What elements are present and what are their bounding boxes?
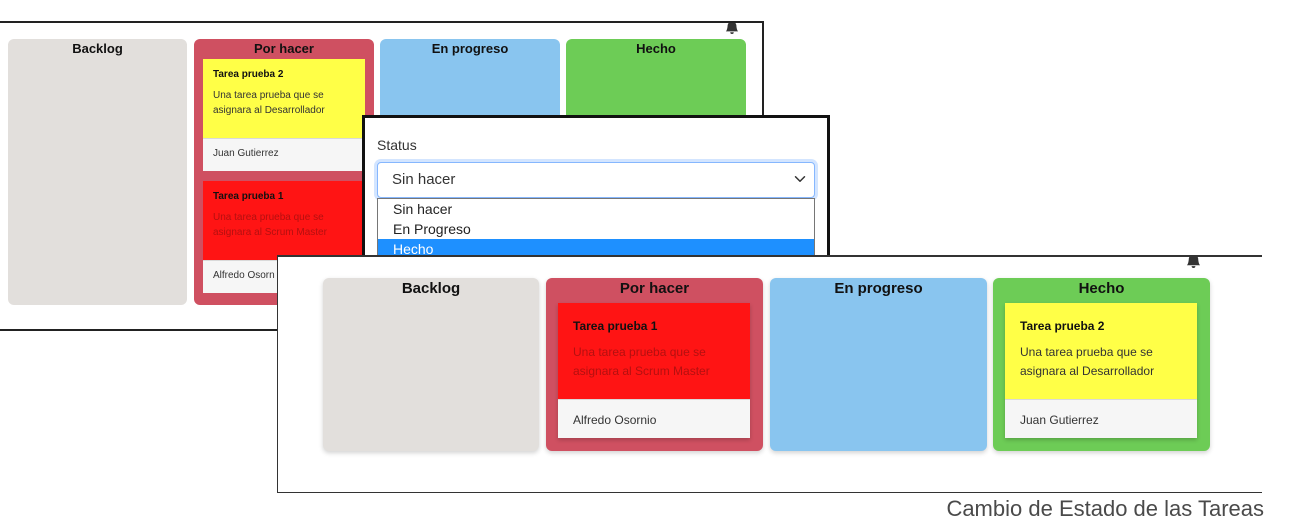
task-card[interactable]: Tarea prueba 1 Una tarea prueba que se a…: [558, 303, 750, 438]
card-title: Tarea prueba 2: [213, 69, 284, 80]
column-title: Hecho: [1078, 280, 1125, 297]
column-hecho: Hecho Tarea prueba 2 Una tarea prueba qu…: [993, 278, 1210, 451]
task-card[interactable]: Tarea prueba 2 Una tarea prueba que se a…: [1005, 303, 1197, 438]
card-description: Una tarea prueba que se asignara al Scru…: [213, 212, 327, 238]
card-assignee: Juan Gutierrez: [1005, 399, 1197, 438]
status-label: Status: [377, 137, 417, 153]
column-title: Hecho: [636, 41, 676, 56]
card-assignee: Juan Gutierrez: [203, 138, 365, 171]
card-title: Tarea prueba 1: [573, 319, 658, 333]
column-title: Por hacer: [254, 41, 314, 56]
column-title: Backlog: [72, 41, 123, 56]
column-title: En progreso: [834, 280, 923, 297]
column-title: En progreso: [431, 41, 509, 56]
card-title: Tarea prueba 2: [1020, 319, 1105, 333]
figure-caption: Cambio de Estado de las Tareas: [946, 496, 1264, 521]
card-description: Una tarea prueba que se asignara al Scru…: [573, 345, 710, 378]
column-en-progreso: En progreso: [770, 278, 987, 451]
card-title: Tarea prueba 1: [213, 191, 284, 202]
column-title: Backlog: [401, 280, 461, 297]
bell-icon[interactable]: [725, 23, 739, 34]
kanban-board-after: Backlog Por hacer Tarea prueba 1 Una tar…: [277, 255, 1262, 493]
card-description: Una tarea prueba que se asignara al Desa…: [1020, 345, 1155, 378]
card-assignee: Alfredo Osornio: [558, 399, 750, 438]
column-backlog: Backlog: [323, 278, 539, 451]
column-por-hacer: Por hacer Tarea prueba 1 Una tarea prueb…: [546, 278, 763, 451]
column-title: Por hacer: [619, 280, 690, 297]
status-options-list: Sin hacer En Progreso Hecho: [377, 198, 815, 260]
bell-icon[interactable]: [1186, 257, 1201, 268]
card-description: Una tarea prueba que se asignara al Desa…: [213, 90, 325, 116]
status-select[interactable]: Sin hacer: [377, 162, 815, 198]
chevron-down-icon: [794, 172, 806, 184]
status-option-en-progreso[interactable]: En Progreso: [378, 219, 814, 239]
column-backlog: Backlog: [8, 39, 187, 305]
task-card[interactable]: Tarea prueba 2 Una tarea prueba que se a…: [203, 59, 365, 171]
status-option-sin-hacer[interactable]: Sin hacer: [378, 199, 814, 219]
status-selected-value: Sin hacer: [392, 171, 456, 188]
status-change-form: Status Sin hacer Sin hacer En Progreso H…: [362, 115, 830, 263]
